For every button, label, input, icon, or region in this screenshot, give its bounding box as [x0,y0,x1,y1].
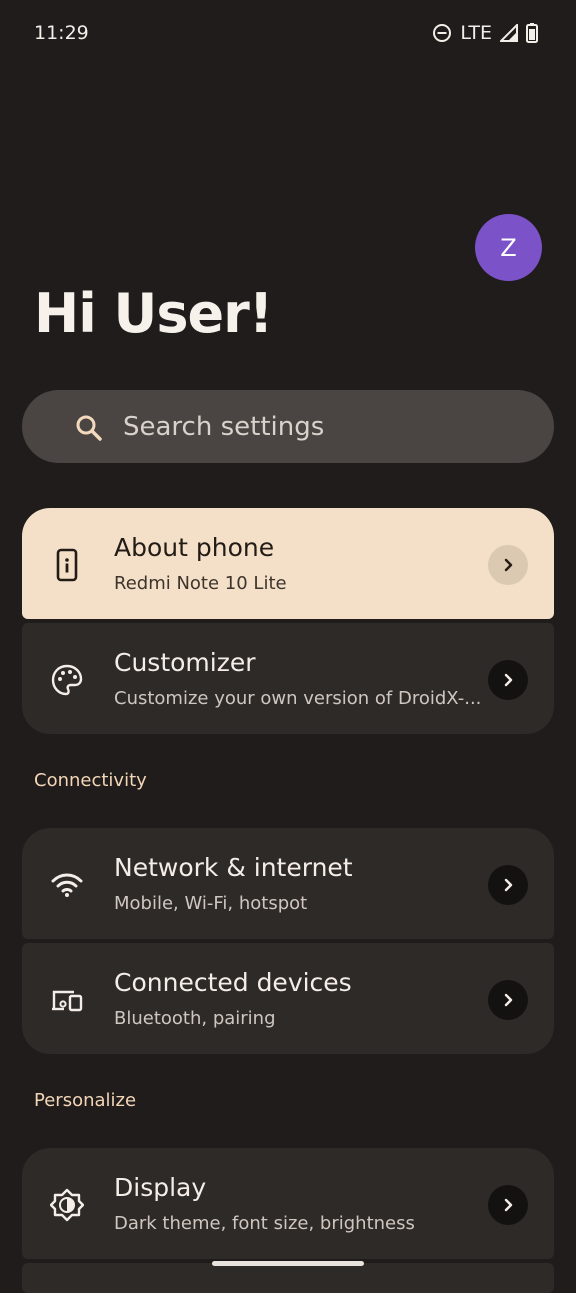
connected-devices-subtitle: Bluetooth, pairing [114,1008,276,1029]
palette-icon [51,664,83,696]
network-internet-item[interactable]: Network & internet Mobile, Wi-Fi, hotspo… [22,828,554,939]
customizer-item[interactable]: Customizer Customize your own version of… [22,623,554,734]
status-time: 11:29 [34,22,89,44]
connected-devices-title: Connected devices [114,968,352,997]
chevron-right-icon [488,865,528,905]
wifi-icon [51,873,83,897]
display-title: Display [114,1173,207,1202]
signal-icon [500,24,518,42]
display-brightness-icon [50,1188,84,1222]
devices-icon [52,990,83,1012]
network-internet-title: Network & internet [114,853,353,882]
about-phone-item[interactable]: About phone Redmi Note 10 Lite [22,508,554,619]
customizer-title: Customizer [114,648,256,677]
chevron-right-icon [488,660,528,700]
connected-devices-item[interactable]: Connected devices Bluetooth, pairing [22,943,554,1054]
display-item[interactable]: Display Dark theme, font size, brightnes… [22,1148,554,1259]
chevron-right-icon [488,980,528,1020]
chevron-right-icon [488,545,528,585]
account-avatar[interactable]: Z [475,214,542,281]
home-gesture-bar[interactable] [212,1261,364,1266]
greeting-title: Hi User! [34,282,273,345]
search-icon [76,415,102,441]
section-label-connectivity: Connectivity [34,770,147,791]
about-phone-title: About phone [114,533,275,562]
about-phone-subtitle: Redmi Note 10 Lite [114,573,287,594]
customizer-subtitle: Customize your own version of DroidX-... [114,688,482,709]
search-bar[interactable]: Search settings [22,390,554,463]
status-icons: LTE [432,22,538,44]
search-placeholder: Search settings [123,412,325,442]
avatar-initial: Z [500,233,517,262]
phone-info-icon [56,548,78,582]
next-settings-item-partial[interactable] [22,1263,554,1293]
network-internet-subtitle: Mobile, Wi-Fi, hotspot [114,893,308,914]
do-not-disturb-icon [433,24,452,42]
section-label-personalize: Personalize [34,1090,137,1111]
network-type-label: LTE [460,22,492,44]
battery-icon [526,23,538,43]
status-bar: 11:29 LTE [0,0,576,68]
chevron-right-icon [488,1185,528,1225]
display-subtitle: Dark theme, font size, brightness [114,1213,415,1234]
